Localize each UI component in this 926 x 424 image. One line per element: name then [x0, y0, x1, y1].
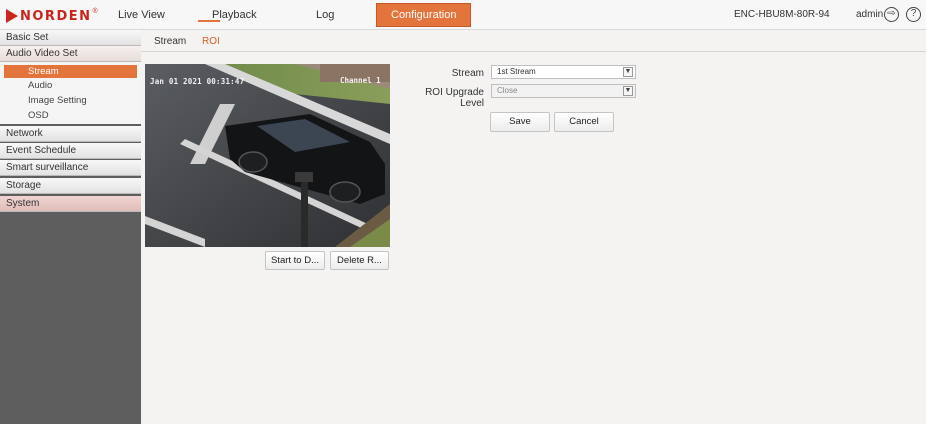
osd-channel: Channel 1	[340, 76, 381, 85]
sidebar-item-storage[interactable]: Storage	[0, 178, 141, 194]
save-button[interactable]: Save	[490, 112, 550, 132]
help-icon[interactable]: ?	[906, 7, 921, 22]
stream-select-value: 1st Stream	[497, 67, 536, 76]
camera-scene-image	[145, 64, 390, 247]
tab-roi[interactable]: ROI	[202, 36, 220, 47]
config-tabs: Stream ROI	[141, 30, 926, 52]
osd-datetime: Jan 01 2021 00:31:47	[150, 77, 245, 86]
chevron-down-icon: ▼	[623, 86, 633, 96]
sidebar-subitem-osd[interactable]: OSD	[0, 109, 141, 122]
cancel-button[interactable]: Cancel	[554, 112, 614, 132]
chevron-down-icon: ▼	[623, 67, 633, 77]
video-preview[interactable]: Jan 01 2021 00:31:47 Channel 1	[145, 64, 390, 247]
sidebar-item-audio-video-set[interactable]: Audio Video Set	[0, 46, 141, 62]
sidebar-item-system[interactable]: System	[0, 196, 141, 212]
stream-select[interactable]: 1st Stream ▼	[491, 65, 636, 79]
delete-region-button[interactable]: Delete R...	[330, 251, 389, 270]
start-to-draw-button[interactable]: Start to D...	[265, 251, 325, 270]
audio-video-submenu: Stream Audio Image Setting OSD	[0, 62, 141, 124]
sidebar-item-event-schedule[interactable]: Event Schedule	[0, 143, 141, 159]
roi-upgrade-level-label: ROI Upgrade Level	[425, 87, 484, 109]
roi-upgrade-level-select[interactable]: Close ▼	[491, 84, 636, 98]
nav-live-view[interactable]: Live View	[118, 0, 165, 30]
sidebar-subitem-audio[interactable]: Audio	[0, 79, 141, 92]
roi-upgrade-level-value: Close	[497, 86, 518, 95]
nav-log[interactable]: Log	[316, 0, 334, 30]
nav-playback[interactable]: Playback	[212, 0, 257, 30]
logo-text: NORDEN	[20, 8, 92, 24]
active-tab-indicator	[198, 20, 220, 22]
user-name: admin	[856, 9, 884, 20]
stream-label: Stream	[451, 68, 484, 79]
norden-logo: NORDEN ®	[6, 6, 98, 26]
device-name: ENC-HBU8M-80R-94	[734, 9, 830, 20]
sidebar-subitem-stream[interactable]: Stream	[4, 65, 137, 78]
sidebar-item-network[interactable]: Network	[0, 126, 141, 142]
logout-icon[interactable]: ⇨	[884, 7, 899, 22]
sidebar-item-basic-set[interactable]: Basic Set	[0, 30, 141, 46]
logo-registered-mark: ®	[92, 8, 98, 15]
tab-stream[interactable]: Stream	[154, 36, 186, 47]
top-navigation-bar: NORDEN ® Live View Playback Log Configur…	[0, 0, 926, 30]
app-window: NORDEN ® Live View Playback Log Configur…	[0, 0, 926, 424]
sidebar: Basic Set Audio Video Set Stream Audio I…	[0, 30, 141, 424]
logo-arrow-icon	[6, 9, 18, 23]
sidebar-item-smart-surveillance[interactable]: Smart surveillance	[0, 160, 141, 176]
nav-configuration[interactable]: Configuration	[376, 3, 472, 27]
sidebar-subitem-image-setting[interactable]: Image Setting	[0, 94, 141, 107]
